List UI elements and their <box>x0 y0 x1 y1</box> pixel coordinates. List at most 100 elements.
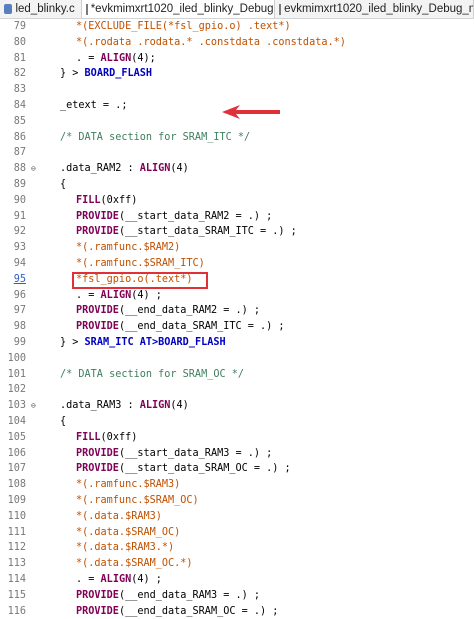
code-line[interactable]: 112 *(.data.$RAM3.*) <box>0 540 474 556</box>
code-token: (4) ; <box>131 574 162 585</box>
code-text: *(EXCLUDE_FILE(*fsl_gpio.o) .text*) <box>76 19 291 35</box>
code-line[interactable]: 113 *(.data.$SRAM_OC.*) <box>0 556 474 572</box>
code-line[interactable]: 80 *(.rodata .rodata.* .constdata .constd… <box>0 35 474 51</box>
code-token: (__end_data_RAM2 = .) ; <box>118 305 261 317</box>
code-line[interactable]: 94 *(.ramfunc.$SRAM_ITC) <box>0 256 474 272</box>
code-line[interactable]: 81 . = ALIGN(4); <box>0 51 474 67</box>
code-line[interactable]: 92 PROVIDE(__start_data_SRAM_ITC = .) ; <box>0 224 474 240</box>
code-token: (__start_data_SRAM_ITC = .) ; <box>118 226 297 238</box>
line-number: 100 <box>7 352 26 364</box>
code-line[interactable]: 89 { <box>0 177 474 193</box>
code-line[interactable]: 91 PROVIDE(__start_data_RAM2 = .) ; <box>0 209 474 225</box>
code-token: PROVIDE <box>76 210 119 222</box>
code-line[interactable]: 109 *(.ramfunc.$SRAM_OC) <box>0 493 474 509</box>
code-line[interactable]: 106 PROVIDE(__start_data_RAM3 = .) ; <box>0 446 474 462</box>
code-line[interactable]: 82} > BOARD_FLASH <box>0 66 474 82</box>
code-token: *(EXCLUDE_FILE(*fsl_gpio.o) .text*) <box>76 21 291 32</box>
line-number: 79 <box>13 21 26 32</box>
ld-file-icon <box>85 3 88 15</box>
code-text: *(.ramfunc.$SRAM_OC) <box>76 493 199 509</box>
code-text: *(.ramfunc.$RAM3) <box>76 477 180 493</box>
code-token: PROVIDE <box>76 305 119 317</box>
code-text: . = ALIGN(4) ; <box>76 288 162 304</box>
line-number: 88 <box>13 163 26 175</box>
code-token: . = <box>76 574 101 585</box>
code-line[interactable]: 86 /* DATA section for SRAM_ITC */ <box>0 130 474 146</box>
line-number: 105 <box>7 431 26 443</box>
code-line[interactable]: 115 PROVIDE(__end_data_RAM3 = .) ; <box>0 588 474 604</box>
code-line[interactable]: 102 <box>0 382 474 398</box>
code-token: { <box>60 416 67 427</box>
code-token: *(.ramfunc.$SRAM_OC) <box>76 495 199 506</box>
code-token: PROVIDE <box>76 589 119 601</box>
code-text: PROVIDE(__start_data_RAM3 = .) ; <box>76 446 272 462</box>
code-token: PROVIDE <box>76 605 119 617</box>
line-number: 92 <box>13 226 26 238</box>
code-line[interactable]: 98 PROVIDE(__end_data_SRAM_ITC = .) ; <box>0 319 474 335</box>
line-number: 109 <box>7 495 26 506</box>
code-text: PROVIDE(__end_data_RAM3 = .) ; <box>76 588 260 604</box>
code-line[interactable]: 79 *(EXCLUDE_FILE(*fsl_gpio.o) .text*) <box>0 19 474 35</box>
line-number: 90 <box>13 194 26 206</box>
code-line[interactable]: 104 { <box>0 414 474 430</box>
code-token: ALIGN <box>100 289 132 301</box>
code-token: *(.ramfunc.$SRAM_ITC) <box>76 258 205 269</box>
line-number: 103 <box>7 400 26 412</box>
code-line[interactable]: 95 *fsl_gpio.o(.text*) <box>0 271 474 289</box>
code-token: (0xff) <box>100 194 138 206</box>
code-line[interactable]: 90 FILL(0xff) <box>0 193 474 209</box>
tab-1[interactable]: led_blinky.c <box>0 0 82 18</box>
tab-2[interactable]: *evkmimxrt1020_iled_blinky_Debug.ld✕ <box>81 0 276 18</box>
line-number: 91 <box>13 210 26 222</box>
line-number: 110 <box>7 510 26 522</box>
tab-3[interactable]: evkmimxrt1020_iled_blinky_Debug_memo <box>275 0 474 18</box>
code-line[interactable]: 99} > SRAM_ITC AT>BOARD_FLASH <box>0 335 474 351</box>
fold-toggle-icon[interactable]: ⊖ <box>31 398 41 414</box>
code-line[interactable]: 101 /* DATA section for SRAM_OC */ <box>0 367 474 383</box>
code-token: *(.data.$RAM3) <box>76 510 162 522</box>
code-line[interactable]: 87 <box>0 145 474 161</box>
line-number: 80 <box>13 36 26 48</box>
code-token: _etext = .; <box>60 100 128 111</box>
code-text: . = ALIGN(4) ; <box>76 572 162 588</box>
code-line[interactable]: 93 *(.ramfunc.$RAM2) <box>0 240 474 256</box>
code-line[interactable]: 108 *(.ramfunc.$RAM3) <box>0 477 474 493</box>
line-number: 99 <box>13 337 26 348</box>
tab-label: led_blinky.c <box>15 3 75 15</box>
code-line[interactable]: 111 *(.data.$SRAM_OC) <box>0 525 474 541</box>
code-text: .data_RAM3 : ALIGN(4) <box>60 398 189 414</box>
code-token: . = <box>76 52 101 64</box>
code-line[interactable]: 100 <box>0 351 474 367</box>
fold-toggle-icon[interactable]: ⊖ <box>31 161 41 177</box>
code-line[interactable]: 114 . = ALIGN(4) ; <box>0 572 474 588</box>
code-token: FILL <box>76 194 101 206</box>
code-token: PROVIDE <box>76 321 119 333</box>
line-number: 101 <box>7 368 26 380</box>
code-token: (__end_data_SRAM_OC = .) ; <box>118 605 279 617</box>
code-text: _etext = .; <box>60 98 127 114</box>
code-line[interactable]: 105 FILL(0xff) <box>0 430 474 446</box>
tab-label: evkmimxrt1020_iled_blinky_Debug_memo <box>284 3 473 15</box>
code-line[interactable]: 107 PROVIDE(__start_data_SRAM_OC = .) ; <box>0 461 474 477</box>
code-line[interactable]: 116 PROVIDE(__end_data_SRAM_OC = .) ; <box>0 604 474 619</box>
code-token: (__end_data_RAM3 = .) ; <box>118 589 261 601</box>
code-text: PROVIDE(__end_data_RAM2 = .) ; <box>76 303 260 319</box>
code-text: *(.data.$RAM3) <box>76 509 162 525</box>
code-line[interactable]: 110 *(.data.$RAM3) <box>0 509 474 525</box>
line-number: 84 <box>13 100 26 111</box>
code-line[interactable]: 88 ⊖ .data_RAM2 : ALIGN(4) <box>0 161 474 177</box>
line-number: 102 <box>7 384 26 396</box>
code-token: /* DATA section for SRAM_ITC */ <box>60 131 251 143</box>
code-text: { <box>60 177 66 193</box>
highlight-box <box>72 271 208 289</box>
code-text: FILL(0xff) <box>76 193 137 209</box>
line-number: 106 <box>7 447 26 459</box>
code-editor[interactable]: 79 *(EXCLUDE_FILE(*fsl_gpio.o) .text*) 80 *… <box>0 19 474 617</box>
code-line[interactable]: 103 ⊖ .data_RAM3 : ALIGN(4) <box>0 398 474 414</box>
ld-file-icon <box>279 3 282 15</box>
code-line[interactable]: 97 PROVIDE(__end_data_RAM2 = .) ; <box>0 303 474 319</box>
line-number: 107 <box>7 463 26 475</box>
code-text: *(.ramfunc.$RAM2) <box>76 240 180 256</box>
code-line[interactable]: 83 <box>0 82 474 98</box>
code-line[interactable]: 96 . = ALIGN(4) ; <box>0 288 474 304</box>
